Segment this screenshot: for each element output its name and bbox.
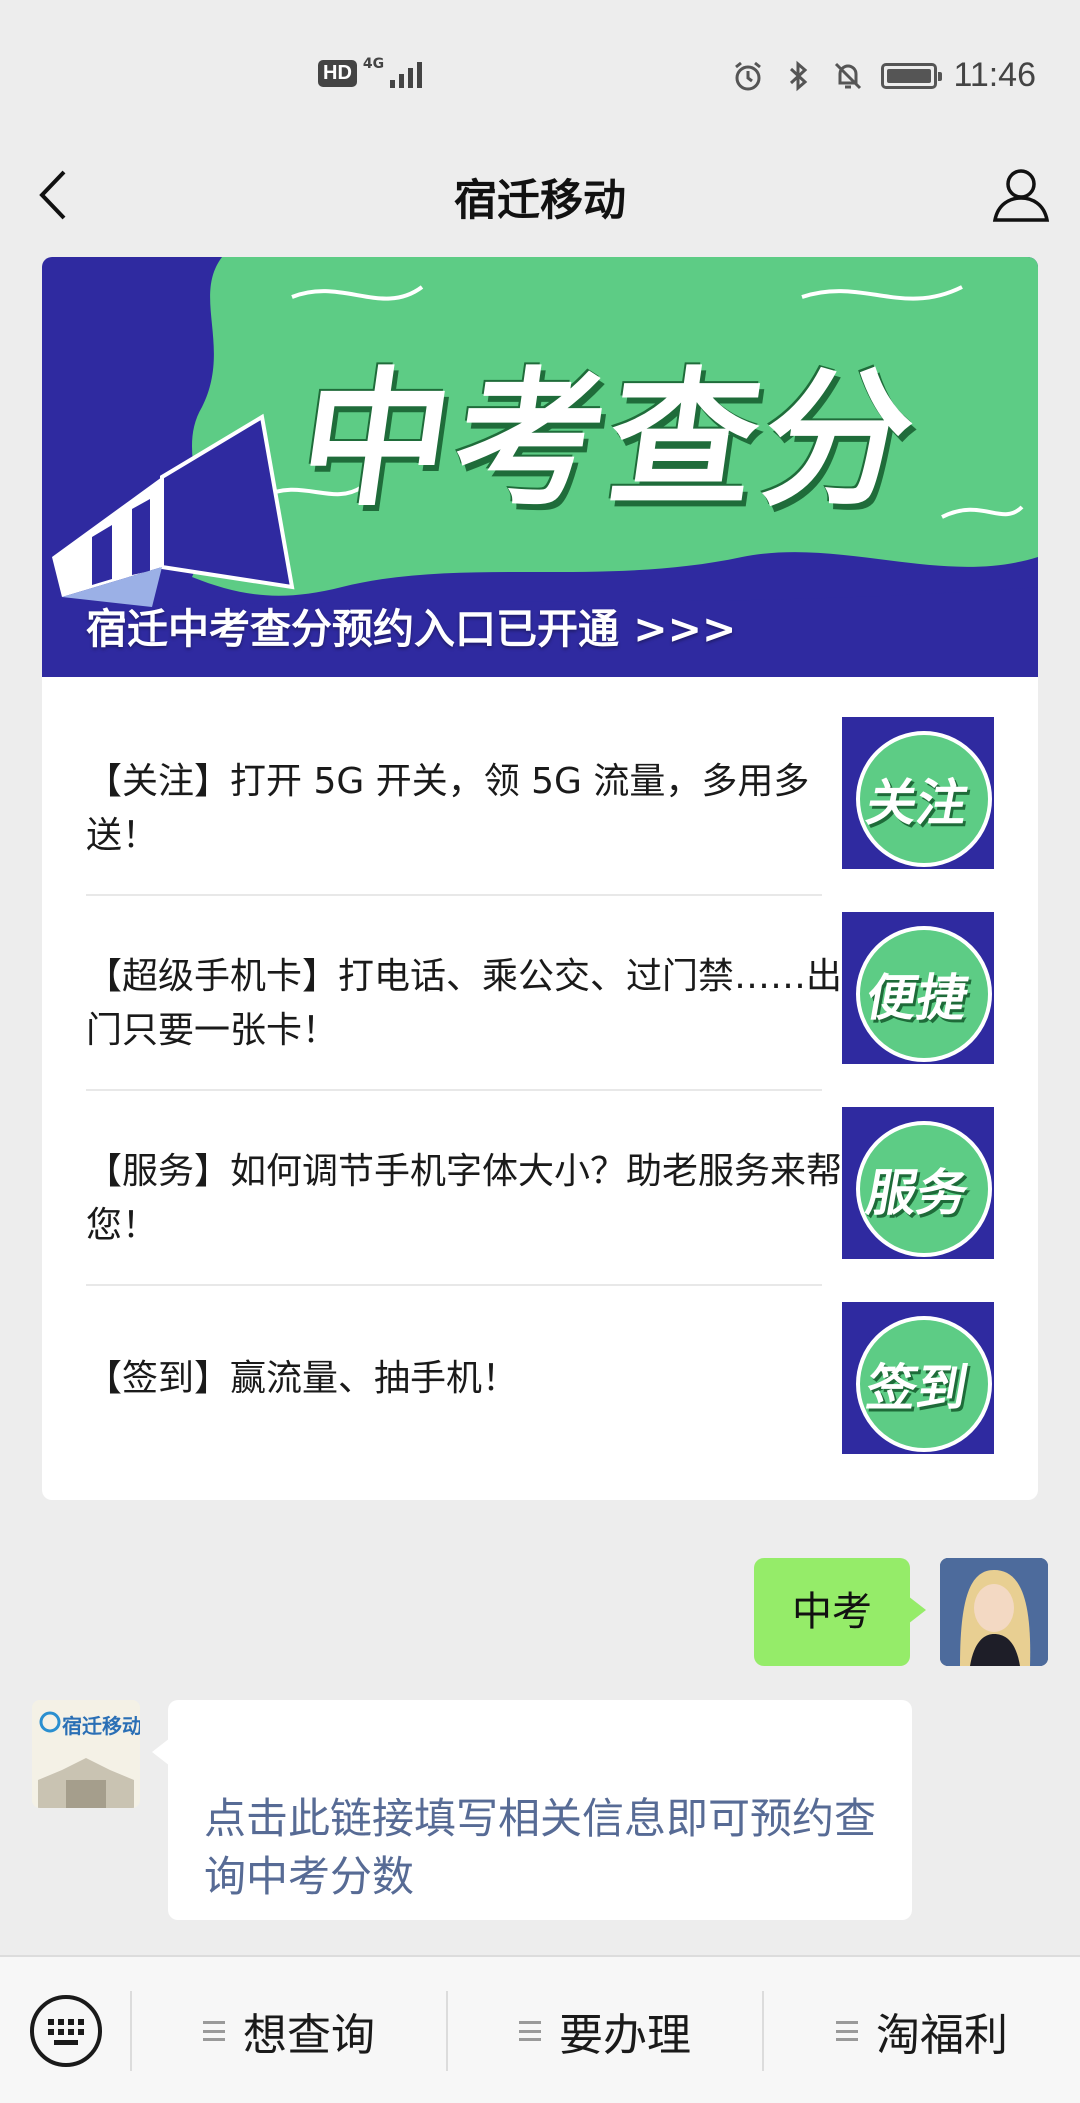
thumb-label: 便捷 xyxy=(862,969,973,1027)
menu-lines-icon xyxy=(519,2021,541,2041)
alarm-icon xyxy=(735,61,762,90)
account-avatar-text: 宿迁移动 xyxy=(62,1714,140,1738)
divider xyxy=(86,1089,822,1091)
item-title: 【服务】如何调节手机字体大小？助老服务来帮您！ xyxy=(86,1151,843,1246)
item-thumbnail: 签到 xyxy=(842,1302,994,1454)
menu-item-query[interactable]: 想查询 xyxy=(132,1957,446,2103)
item-title: 【超级手机卡】打电话、乘公交、过门禁……出门只要一张卡！ xyxy=(86,956,843,1051)
list-item[interactable]: 【签到】赢流量、抽手机！ 签到 xyxy=(42,1302,1038,1497)
page-title: 宿迁移动 xyxy=(454,176,626,226)
user-profile-icon[interactable] xyxy=(990,164,1052,226)
thumb-label: 签到 xyxy=(862,1359,973,1417)
menu-label: 淘福利 xyxy=(876,2010,1008,2061)
megaphone-icon xyxy=(52,413,295,607)
thumb-label: 服务 xyxy=(862,1164,973,1222)
status-bar: HD 4G 11:46 xyxy=(0,0,1080,150)
item-title: 【关注】打开 5G 开关，领 5G 流量，多用多送！ xyxy=(86,761,810,856)
hd-badge: HD xyxy=(318,59,357,87)
menu-lines-icon xyxy=(203,2021,225,2041)
mute-icon xyxy=(835,62,862,89)
item-thumbnail: 便捷 xyxy=(842,912,994,1064)
menu-label: 想查询 xyxy=(243,2010,375,2061)
article-card: 中考查分 宿迁中考查分预约入口已开通 >>> 【关注】打开 5G 开关，领 5G… xyxy=(42,257,1038,1500)
menu-item-benefits[interactable]: 淘福利 xyxy=(764,1957,1080,2103)
battery-icon xyxy=(881,62,943,89)
status-left: HD 4G xyxy=(318,56,423,88)
divider xyxy=(86,1284,822,1286)
banner-title: 中考查分 xyxy=(290,354,931,526)
message-link[interactable]: 点击此链接填写相关信息即可预约查询中考分数 xyxy=(204,1790,894,1906)
incoming-message: 点击此链接填写相关信息即可预约查询中考分数 xyxy=(152,1700,912,1920)
bluetooth-icon xyxy=(790,60,808,91)
article-banner[interactable]: 中考查分 宿迁中考查分预约入口已开通 >>> xyxy=(42,257,1038,677)
list-item[interactable]: 【超级手机卡】打电话、乘公交、过门禁……出门只要一张卡！ 便捷 xyxy=(42,912,1038,1107)
item-title: 【签到】赢流量、抽手机！ xyxy=(86,1358,519,1399)
status-right: 11:46 xyxy=(731,56,1036,95)
user-avatar-image xyxy=(940,1558,1048,1666)
list-item[interactable]: 【关注】打开 5G 开关，领 5G 流量，多用多送！ 关注 xyxy=(42,717,1038,912)
keyboard-icon[interactable] xyxy=(28,1993,104,2069)
menu-lines-icon xyxy=(836,2021,858,2041)
banner-caption: 宿迁中考查分预约入口已开通 >>> xyxy=(86,605,737,653)
list-item[interactable]: 【服务】如何调节手机字体大小？助老服务来帮您！ 服务 xyxy=(42,1107,1038,1302)
signal-icon xyxy=(390,58,423,88)
item-thumbnail: 服务 xyxy=(842,1107,994,1259)
network-type: 4G xyxy=(362,56,385,72)
item-thumbnail: 关注 xyxy=(842,717,994,869)
status-time: 11:46 xyxy=(953,56,1036,94)
thumb-label: 关注 xyxy=(862,774,973,832)
divider xyxy=(86,894,822,896)
menu-label: 要办理 xyxy=(559,2010,691,2061)
user-avatar[interactable] xyxy=(940,1558,1048,1666)
menu-item-handle[interactable]: 要办理 xyxy=(448,1957,762,2103)
nav-bar: 宿迁移动 xyxy=(0,150,1080,240)
bottom-menu: 想查询 要办理 淘福利 xyxy=(0,1955,1080,2103)
account-avatar[interactable]: 宿迁移动 xyxy=(32,1700,140,1808)
outgoing-message[interactable]: 中考 xyxy=(754,1558,926,1666)
